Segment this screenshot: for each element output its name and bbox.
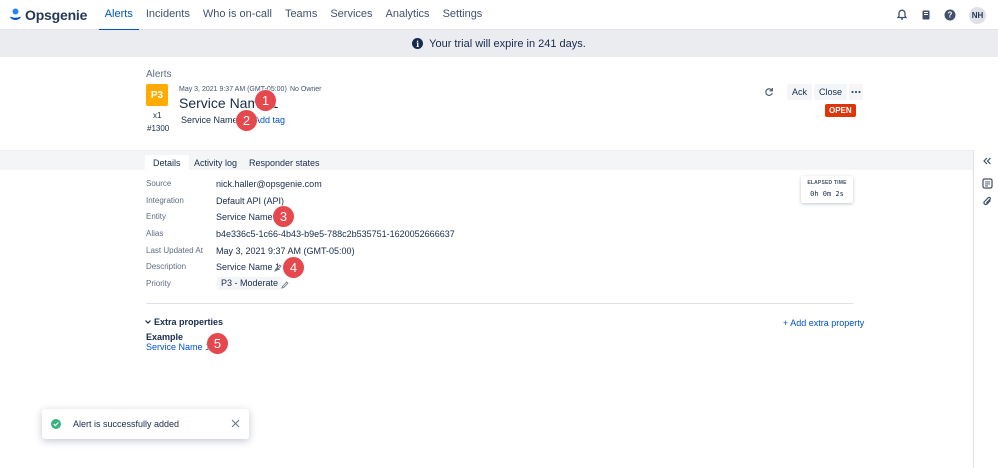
- opsgenie-logo-icon: [10, 8, 21, 20]
- edit-description-pencil-icon[interactable]: [274, 264, 282, 272]
- notification-bell-icon[interactable]: [895, 8, 909, 22]
- tab-responder-states[interactable]: Responder states: [241, 155, 328, 171]
- extra-properties-toggle[interactable]: Extra properties: [144, 317, 223, 327]
- close-icon[interactable]: [231, 419, 240, 428]
- tab-strip: Details Activity log Responder states: [0, 150, 973, 171]
- top-navigation: Opsgenie Alerts Incidents Who is on-call…: [0, 0, 998, 31]
- collapse-chevrons-icon[interactable]: [981, 155, 993, 167]
- field-value-integration[interactable]: Default API (API): [216, 196, 284, 206]
- nav-item-incidents[interactable]: Incidents: [140, 0, 196, 30]
- nav-item-teams[interactable]: Teams: [279, 0, 323, 30]
- priority-badge: P3: [146, 84, 168, 106]
- alert-owner[interactable]: No Owner: [290, 86, 322, 93]
- user-avatar[interactable]: NH: [969, 6, 986, 24]
- add-extra-property-link[interactable]: + Add extra property: [783, 318, 864, 328]
- field-label-last-updated: Last Updated At: [146, 246, 203, 255]
- close-button[interactable]: Close: [814, 84, 848, 100]
- edit-priority-pencil-icon[interactable]: [281, 281, 289, 289]
- nav-item-services[interactable]: Services: [324, 0, 378, 30]
- notes-icon[interactable]: [981, 177, 993, 189]
- toast-message: Alert is successfully added: [73, 419, 180, 429]
- right-sidebar: [973, 150, 998, 468]
- breadcrumb-alerts[interactable]: Alerts: [146, 69, 172, 80]
- marker-1: 1: [255, 90, 276, 111]
- field-value-priority[interactable]: P3 - Moderate: [217, 277, 283, 290]
- field-value-last-updated: May 3, 2021 9:37 AM (GMT-05:00): [216, 246, 355, 256]
- trial-banner-text: Your trial will expire in 241 days.: [429, 37, 586, 50]
- tab-details[interactable]: Details: [145, 155, 189, 171]
- trial-banner-content: i Your trial will expire in 241 days.: [412, 38, 586, 50]
- ack-button[interactable]: Ack: [787, 84, 813, 100]
- extra-properties-title: Extra properties: [154, 317, 224, 327]
- success-toast: Alert is successfully added: [42, 409, 249, 439]
- svg-text:?: ?: [948, 11, 953, 20]
- success-check-icon: [51, 419, 61, 429]
- marker-2: 2: [236, 110, 257, 131]
- field-value-description: Service Name 1: [216, 262, 281, 272]
- field-label-source: Source: [146, 179, 172, 188]
- elapsed-time-label: ELAPSED TIME: [807, 180, 847, 186]
- field-label-priority: Priority: [146, 279, 171, 288]
- field-value-alias: b4e336c5-1c66-4b43-b9e5-788c2b535751-162…: [216, 229, 455, 239]
- chevron-down-icon: [145, 320, 151, 324]
- field-label-integration: Integration: [146, 196, 184, 205]
- help-icon[interactable]: ?: [943, 8, 957, 22]
- header-actions: Ack Close: [763, 84, 864, 100]
- field-value-entity: Service Name 1: [216, 212, 281, 222]
- nav-items: Alerts Incidents Who is on-call Teams Se…: [98, 0, 489, 31]
- opsgenie-logo[interactable]: Opsgenie: [10, 0, 87, 30]
- tab-activity-log[interactable]: Activity log: [186, 155, 245, 171]
- info-icon: i: [412, 38, 424, 49]
- field-label-description: Description: [146, 262, 187, 271]
- attachment-icon[interactable]: [981, 195, 993, 207]
- elapsed-time-card: ELAPSED TIME 0h 0m 2s: [801, 176, 853, 203]
- extra-property-key: Example: [146, 332, 184, 342]
- trial-banner: i Your trial will expire in 241 days.: [0, 30, 998, 57]
- alert-tiny-id: #1300: [147, 124, 170, 133]
- extra-property-value: Service Name 1: [146, 342, 211, 352]
- field-label-entity: Entity: [146, 212, 167, 221]
- more-actions-icon[interactable]: [849, 84, 864, 100]
- elapsed-time-value: 0h 0m 2s: [810, 190, 844, 198]
- runbook-book-icon[interactable]: [919, 8, 933, 22]
- section-divider: [146, 303, 853, 304]
- nav-item-alerts[interactable]: Alerts: [98, 0, 139, 31]
- add-tag-link[interactable]: Add tag: [254, 115, 285, 125]
- nav-item-who-is-on-call[interactable]: Who is on-call: [197, 0, 278, 30]
- alert-count: x1: [153, 111, 162, 120]
- nav-right-icons: ? NH: [885, 0, 986, 30]
- logo-text: Opsgenie: [25, 6, 88, 23]
- marker-4: 4: [283, 257, 304, 278]
- status-badge: OPEN: [825, 104, 856, 117]
- nav-item-settings[interactable]: Settings: [437, 0, 489, 30]
- marker-3: 3: [273, 206, 294, 227]
- nav-item-analytics[interactable]: Analytics: [380, 0, 436, 30]
- marker-5: 5: [207, 333, 228, 354]
- field-label-alias: Alias: [146, 229, 164, 238]
- refresh-icon[interactable]: [763, 86, 775, 98]
- field-value-source: nick.haller@opsgenie.com: [216, 179, 322, 189]
